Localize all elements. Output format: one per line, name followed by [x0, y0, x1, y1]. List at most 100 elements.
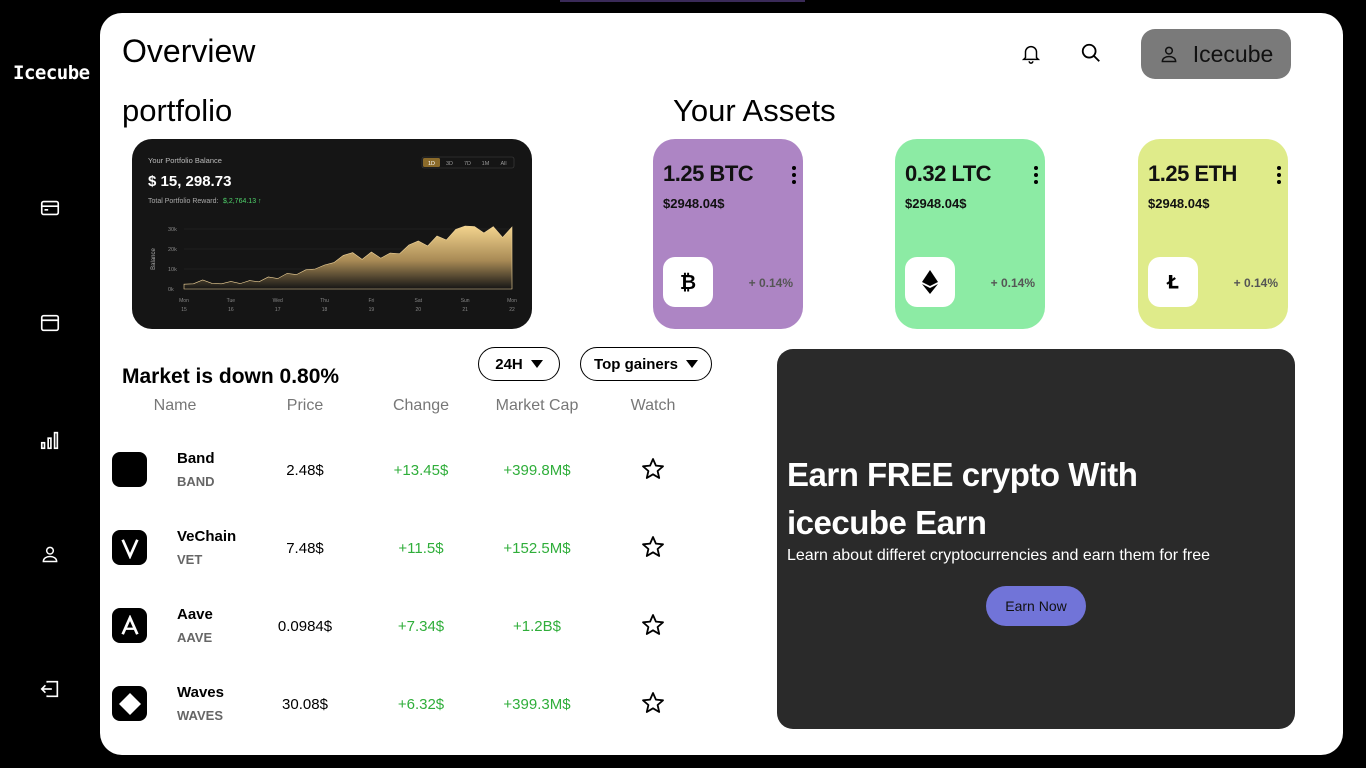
caret-down-icon [530, 360, 543, 368]
asset-amount: 1.25 BTC [663, 161, 754, 186]
coin-ticker: VET [177, 552, 203, 567]
sidebar-user-icon[interactable] [38, 542, 62, 566]
watch-star-icon[interactable] [641, 613, 665, 637]
x-tick-day: Thu [320, 298, 329, 304]
x-tick-day: Sun [461, 298, 470, 304]
assets-title: Your Assets [673, 93, 836, 128]
filter-dropdown[interactable]: Top gainers [580, 347, 712, 381]
x-tick-date: 16 [228, 307, 234, 313]
coin-name: Band [177, 450, 215, 467]
kebab-menu-icon[interactable] [1276, 165, 1282, 185]
coin-market-cap: +399.3M$ [503, 696, 571, 713]
watch-star-icon[interactable] [641, 535, 665, 559]
kebab-menu-icon[interactable] [791, 165, 797, 185]
asset-change: + 0.14% [990, 276, 1035, 290]
range-label-all[interactable]: All [500, 161, 506, 167]
watch-star-icon[interactable] [641, 457, 665, 481]
coin-name: Waves [177, 684, 224, 701]
aave-logo-icon [112, 608, 147, 643]
notification-bell-icon[interactable] [1017, 39, 1045, 67]
earn-now-button[interactable]: Earn Now [986, 586, 1086, 626]
svg-text:Ł: Ł [1166, 272, 1179, 293]
asset-value: $2948.04$ [905, 196, 967, 211]
asset-amount: 1.25 ETH [1148, 161, 1237, 186]
portfolio-balance: $ 15, 298.73 [148, 173, 231, 190]
asset-amount: 0.32 LTC [905, 161, 992, 186]
sidebar-card-icon[interactable] [38, 196, 62, 220]
user-menu-button[interactable]: Icecube [1141, 29, 1291, 79]
period-value: 24H [495, 355, 523, 373]
x-tick-date: 15 [181, 307, 187, 313]
table-row[interactable]: Aave AAVE 0.0984$ +7.34$ +1.2B$ [100, 596, 760, 656]
promo-subtitle: Learn about differet cryptocurrencies an… [787, 547, 1211, 564]
kebab-menu-icon[interactable] [1033, 165, 1039, 185]
asset-card-eth[interactable]: 1.25 ETH $2948.04$ Ł + 0.14% [1138, 139, 1288, 329]
portfolio-chart: Your Portfolio Balance $ 15, 298.73 Total … [148, 156, 517, 313]
table-row[interactable]: Waves WAVES 30.08$ +6.32$ +399.3M$ [100, 674, 760, 734]
asset-change: + 0.14% [748, 276, 793, 290]
coin-market-cap: +1.2B$ [513, 618, 561, 635]
asset-value: $2948.04$ [663, 196, 725, 211]
ethereum-icon [905, 257, 955, 307]
x-tick-date: 22 [509, 307, 515, 313]
y-tick-label: 20k [168, 247, 177, 253]
coin-name: Aave [177, 606, 213, 623]
sidebar-wallet-icon[interactable] [38, 311, 62, 335]
coin-ticker: BAND [177, 474, 215, 489]
reward-value: $,2,764.13 ↑ [223, 198, 262, 205]
range-label-7d[interactable]: 7D [464, 161, 471, 167]
table-row[interactable]: Band BAND 2.48$ +13.45$ +399.8M$ [100, 440, 760, 500]
bitcoin-icon: ₿ [663, 257, 713, 307]
x-tick-date: 20 [416, 307, 422, 313]
portfolio-title: portfolio [122, 93, 233, 128]
coin-market-cap: +152.5M$ [503, 540, 571, 557]
period-dropdown[interactable]: 24H [478, 347, 560, 381]
range-label-1m[interactable]: 1M [482, 161, 490, 167]
x-tick-day: Mon [179, 298, 189, 304]
page-title: Overview [122, 33, 256, 69]
column-header-price[interactable]: Price [270, 397, 340, 415]
x-tick-date: 17 [275, 307, 281, 313]
reward-label: Total Portfolio Reward: [148, 198, 218, 205]
caret-down-icon [685, 360, 698, 368]
svg-text:₿: ₿ [680, 270, 696, 294]
band-logo-icon [112, 452, 147, 487]
waves-logo-icon [112, 686, 147, 721]
coin-price: 7.48$ [286, 540, 324, 557]
coin-change: +11.5$ [398, 540, 444, 557]
range-label-3d[interactable]: 3D [446, 161, 453, 167]
asset-change: + 0.14% [1233, 276, 1278, 290]
column-header-watch[interactable]: Watch [618, 397, 688, 415]
coin-market-cap: +399.8M$ [503, 462, 571, 479]
x-tick-day: Sat [415, 298, 423, 304]
range-label-1d[interactable]: 1D [428, 161, 435, 167]
column-header-name[interactable]: Name [140, 397, 210, 415]
coin-price: 0.0984$ [277, 618, 333, 635]
coin-price: 30.08$ [282, 696, 328, 713]
column-header-market-cap[interactable]: Market Cap [482, 397, 592, 415]
sidebar: Icecube [0, 0, 100, 768]
asset-value: $2948.04$ [1148, 196, 1210, 211]
coin-ticker: WAVES [177, 708, 223, 723]
market-status-title: Market is down 0.80% [122, 365, 340, 388]
earn-promo-card: Earn FREE crypto With icecube Earn Learn… [777, 349, 1295, 729]
y-axis-label: Balance [151, 247, 157, 269]
main-panel: Overview Icecube portfolio Your Assets Y… [100, 13, 1343, 755]
promo-headline: Earn FREE crypto With icecube Earn [787, 456, 1138, 541]
coin-price: 2.48$ [286, 462, 324, 479]
sidebar-bar-chart-icon[interactable] [38, 428, 62, 452]
coin-ticker: AAVE [177, 630, 213, 645]
search-icon[interactable] [1077, 39, 1105, 67]
coin-change: +6.32$ [397, 696, 445, 713]
balance-area-series [183, 225, 513, 290]
sidebar-logout-icon[interactable] [38, 677, 62, 701]
chart-card-title: Your Portfolio Balance [148, 156, 222, 165]
asset-card-btc[interactable]: 1.25 BTC $2948.04$ ₿ + 0.14% [653, 139, 803, 329]
asset-card-ltc[interactable]: 0.32 LTC $2948.04$ + 0.14% [895, 139, 1045, 329]
column-header-change[interactable]: Change [381, 397, 461, 415]
watch-star-icon[interactable] [641, 691, 665, 715]
user-name: Icecube [1192, 40, 1274, 67]
coin-change: +13.45$ [393, 462, 449, 479]
brand-logo: Icecube [13, 62, 90, 84]
table-row[interactable]: VeChain VET 7.48$ +11.5$ +152.5M$ [100, 518, 760, 578]
